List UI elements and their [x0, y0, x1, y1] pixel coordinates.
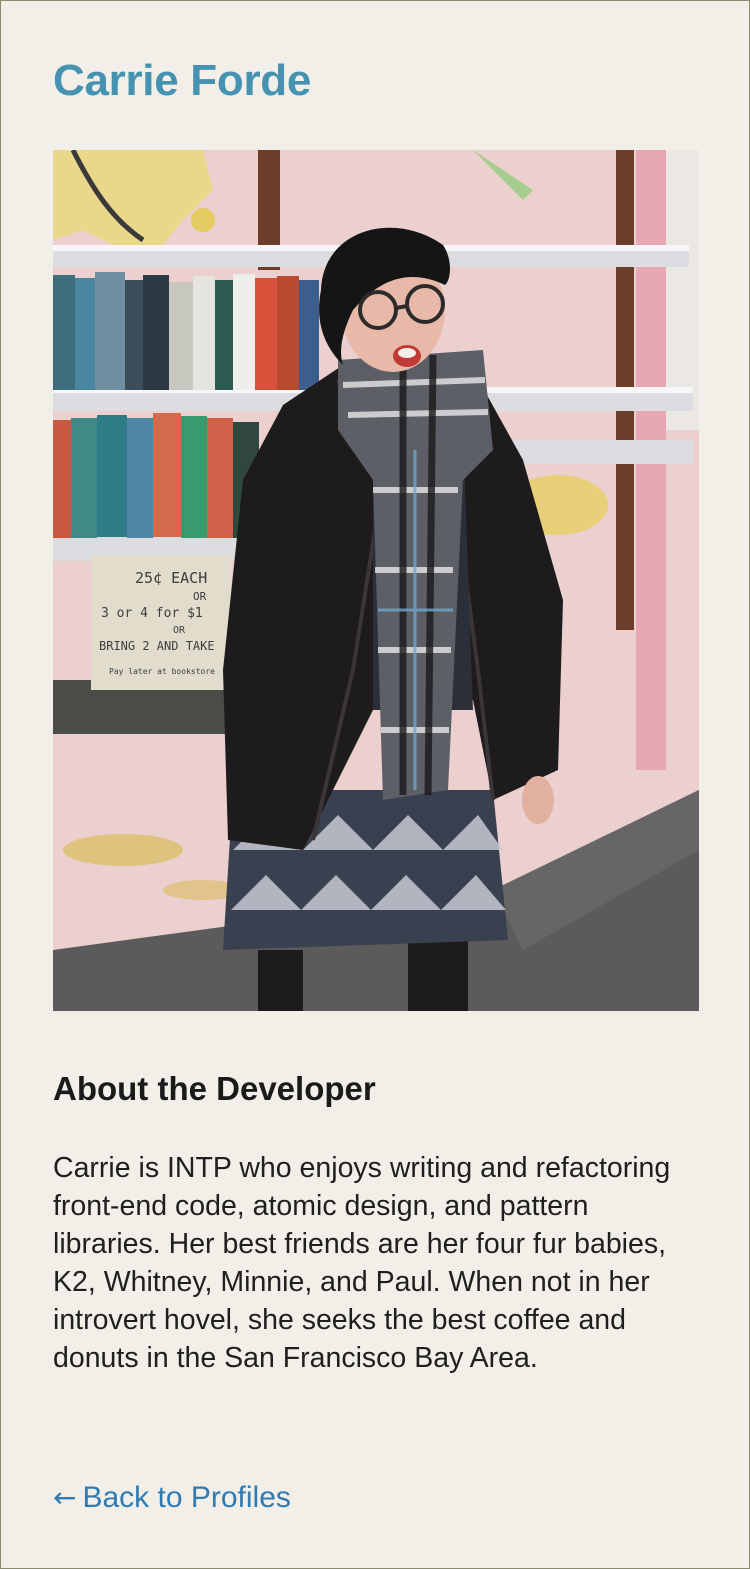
back-link-label: Back to Profiles	[82, 1481, 291, 1514]
sign-line-5: BRING 2 AND TAKE	[99, 639, 215, 653]
about-heading: About the Developer	[53, 1070, 376, 1107]
sign-line-4: OR	[173, 625, 186, 636]
developer-bio: Carrie is INTP who enjoys writing and re…	[53, 1152, 671, 1374]
sign-line-6: Pay later at bookstore	[109, 667, 215, 676]
sign-line-1: 25¢ EACH	[135, 569, 207, 587]
profile-photo: 25¢ EACH OR 3 or 4 for $1 OR BRING 2 AND…	[53, 150, 699, 1011]
sign-line-2: OR	[193, 590, 207, 603]
page-title: Carrie Forde	[53, 56, 312, 105]
arrow-left-icon: ←	[53, 1481, 77, 1514]
profile-page: Carrie Forde 25¢ EACH OR 3 or 4 for $1 O…	[0, 0, 750, 1569]
back-to-profiles-link[interactable]: ← Back to Profiles	[53, 1478, 291, 1518]
sign-line-3: 3 or 4 for $1	[101, 606, 203, 621]
